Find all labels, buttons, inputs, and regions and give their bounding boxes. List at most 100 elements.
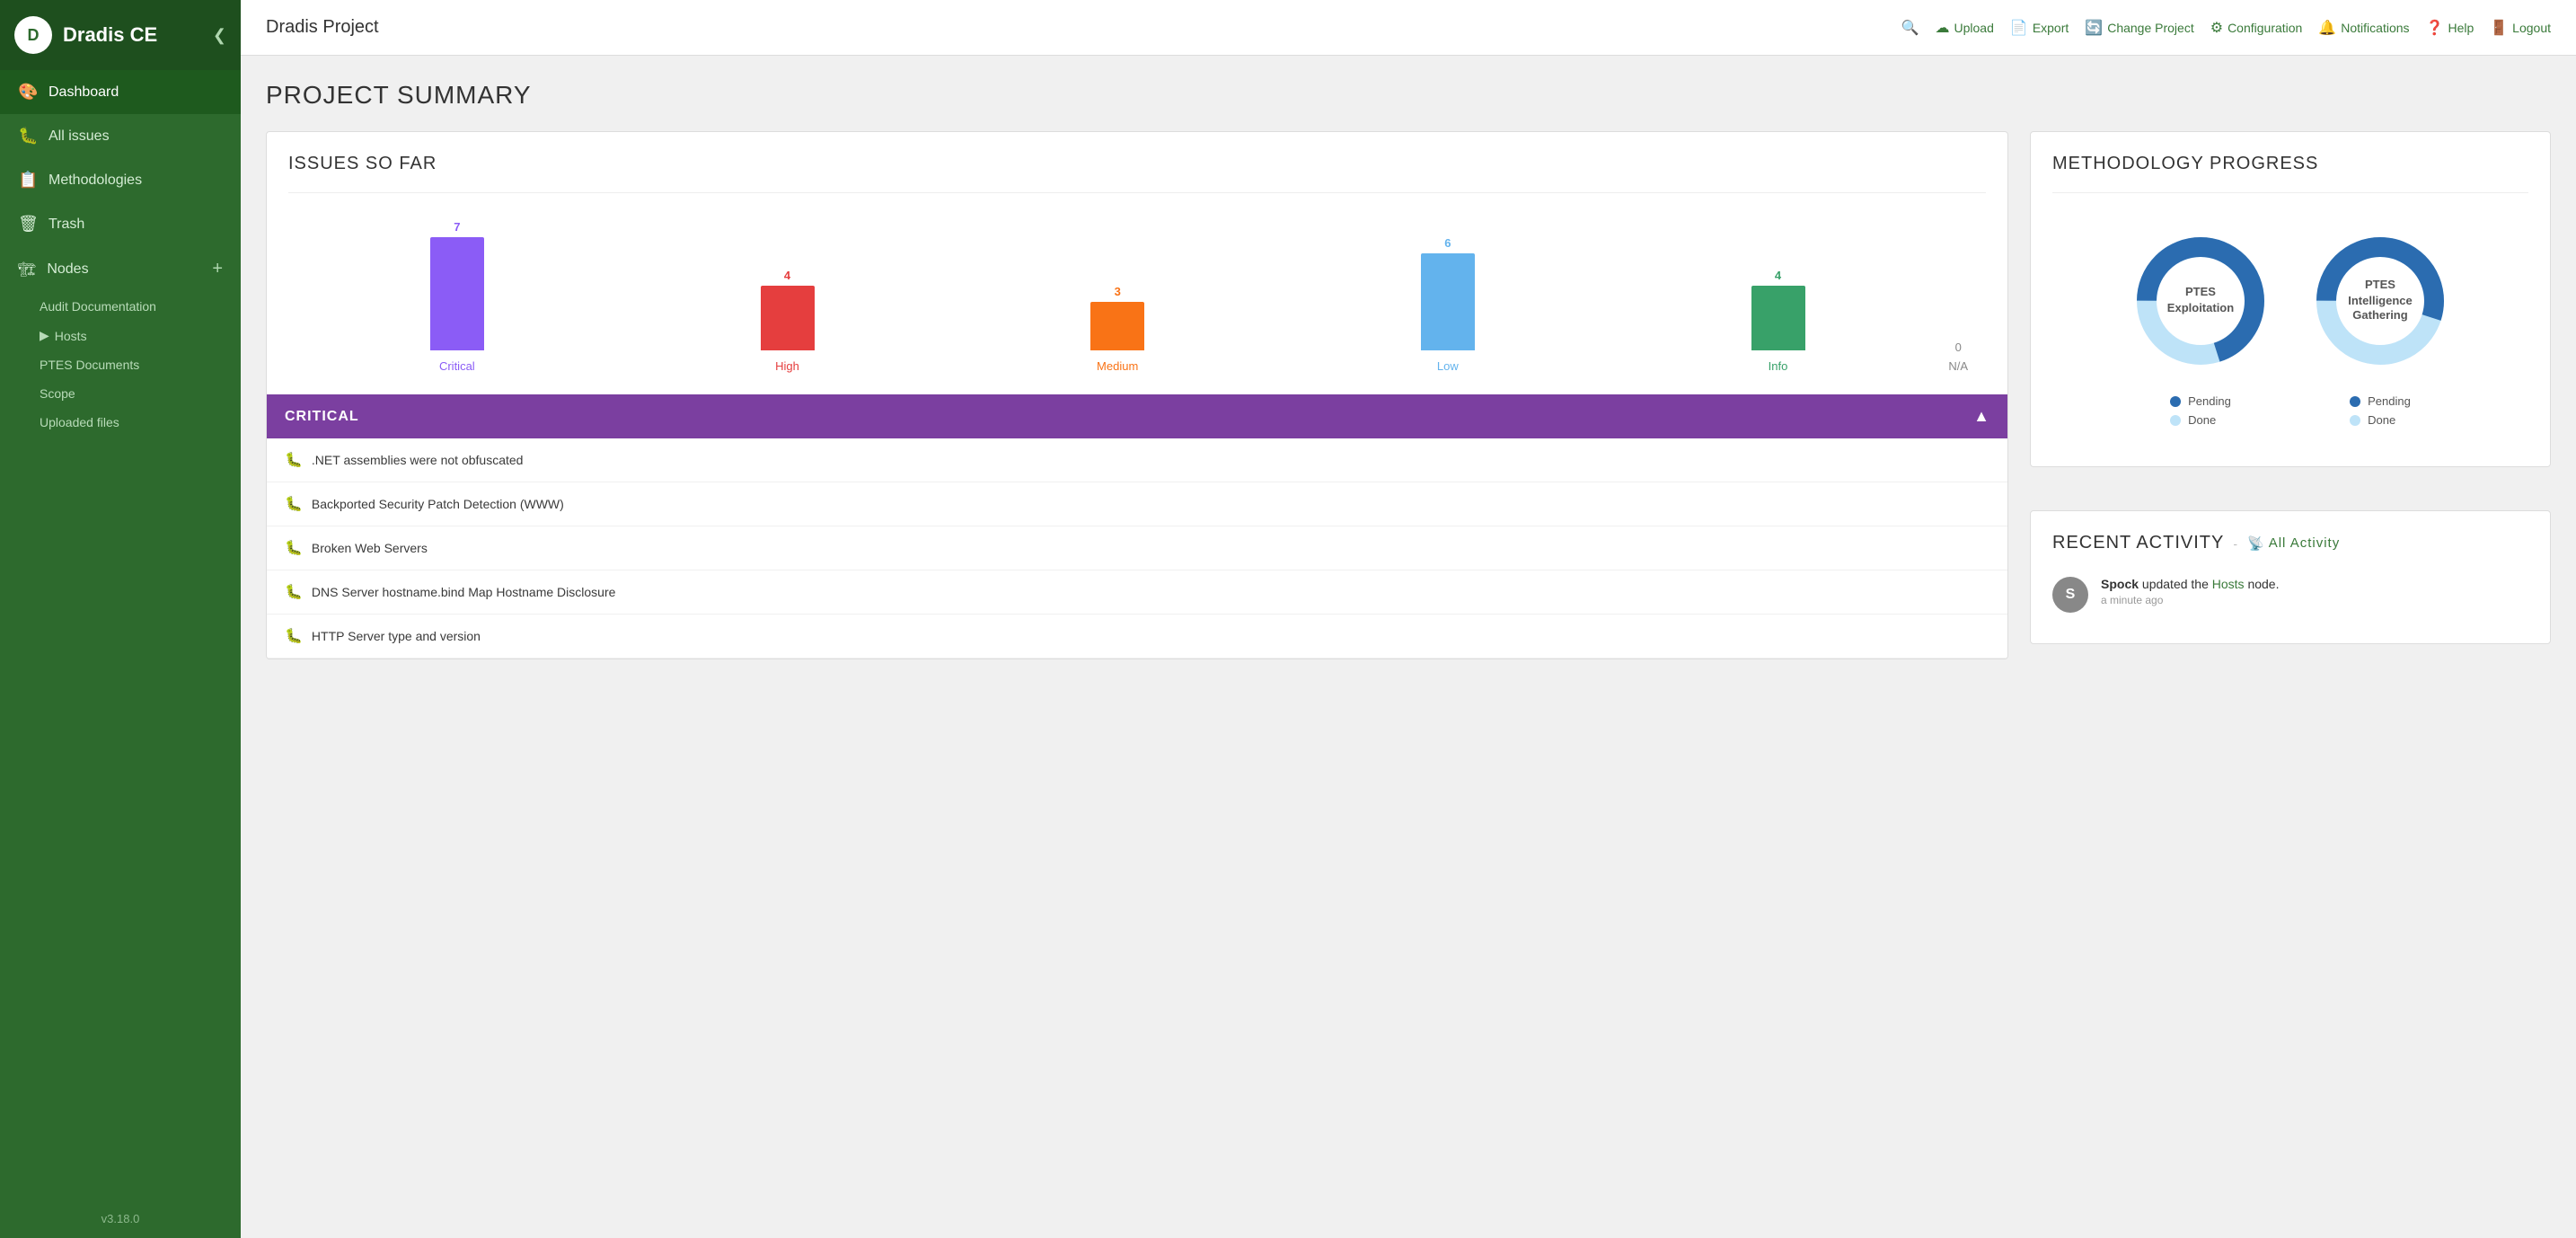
nodes-icon: 🏗 [18, 261, 36, 279]
hosts-arrow-icon: ▶ [40, 328, 49, 343]
issue-text-4: DNS Server hostname.bind Map Hostname Di… [312, 585, 615, 599]
activity-target-1: Hosts [2212, 577, 2245, 591]
bar-critical[interactable] [430, 237, 484, 350]
donut-chart-intelligence: PTES Intelligence Gathering [2308, 229, 2452, 373]
legend-exploitation: Pending Done [2170, 394, 2231, 427]
donut-ptes-intelligence: PTES Intelligence Gathering Pending [2308, 229, 2452, 427]
bar-label-high: High [775, 359, 799, 373]
search-button[interactable]: 🔍 [1901, 19, 1919, 37]
done-dot-intel [2350, 415, 2360, 426]
rss-icon: 📡 [2247, 535, 2265, 552]
issue-item-5[interactable]: 🐛 HTTP Server type and version [267, 615, 2007, 659]
sidebar-item-label: Dashboard [49, 84, 119, 101]
activity-item-1: S Spock updated the Hosts node. a minute [2052, 568, 2528, 622]
sidebar-item-methodologies[interactable]: 📋 Methodologies [0, 158, 241, 202]
bug-icon-1: 🐛 [285, 451, 303, 469]
issue-text-1: .NET assemblies were not obfuscated [312, 453, 524, 467]
sidebar-item-dashboard[interactable]: 🎨 Dashboard [0, 70, 241, 114]
topbar: Dradis Project 🔍 ☁ Upload 📄 Export 🔄 Cha… [241, 0, 2576, 56]
sidebar-item-audit-documentation[interactable]: Audit Documentation [0, 292, 241, 321]
all-issues-icon: 🐛 [18, 127, 38, 146]
donut-label-line2-intel: Intelligence [2348, 294, 2413, 307]
sidebar: D Dradis CE ❮ 🎨 Dashboard 🐛 All issues 📋… [0, 0, 241, 1238]
activity-target-link-1[interactable]: Hosts [2212, 577, 2248, 591]
done-dot [2170, 415, 2181, 426]
issue-text-5: HTTP Server type and version [312, 629, 481, 643]
logo-text: D [28, 26, 40, 45]
issue-text-2: Backported Security Patch Detection (WWW… [312, 497, 564, 511]
activity-user-1: Spock [2101, 577, 2139, 591]
bar-value-critical: 7 [454, 220, 460, 234]
sidebar-item-ptes-documents[interactable]: PTES Documents [0, 350, 241, 379]
logout-button[interactable]: 🚪 Logout [2490, 19, 2551, 37]
activity-content-1: Spock updated the Hosts node. a minute a… [2101, 577, 2280, 606]
sidebar-section-nodes[interactable]: 🏗 Nodes + [0, 246, 241, 292]
methodologies-icon: 📋 [18, 171, 38, 190]
donut-row: PTES Exploitation Pending [2052, 211, 2528, 445]
nodes-label: Nodes [47, 261, 88, 278]
change-project-button[interactable]: 🔄 Change Project [2085, 19, 2193, 37]
issue-item-3[interactable]: 🐛 Broken Web Servers [267, 526, 2007, 570]
bar-group-medium[interactable]: 3 Medium [957, 285, 1277, 373]
activity-avatar-1: S [2052, 577, 2088, 613]
critical-section-header[interactable]: CRITICAL ▲ [267, 394, 2007, 438]
dashboard-icon: 🎨 [18, 83, 38, 102]
legend-pending-intelligence: Pending [2350, 394, 2411, 408]
methodology-card-inner: METHODOLOGY PROGRESS PTES [2031, 132, 2550, 466]
sidebar-item-scope[interactable]: Scope [0, 379, 241, 408]
bar-label-na: N/A [1948, 359, 1968, 373]
sidebar-collapse-button[interactable]: ❮ [213, 26, 226, 45]
bar-info[interactable] [1751, 286, 1805, 350]
all-activity-link[interactable]: 📡 All Activity [2247, 535, 2340, 552]
sidebar-item-hosts[interactable]: ▶ Hosts [0, 321, 241, 350]
donut-label-line1-exploitation: PTES [2185, 285, 2216, 298]
sidebar-item-trash[interactable]: 🗑 Trash [0, 202, 241, 246]
export-button[interactable]: 📄 Export [2010, 19, 2069, 37]
help-button[interactable]: ❓ Help [2426, 19, 2475, 37]
issue-item-4[interactable]: 🐛 DNS Server hostname.bind Map Hostname … [267, 570, 2007, 615]
donut-label-line2-exploitation: Exploitation [2167, 301, 2234, 314]
bar-medium[interactable] [1090, 302, 1144, 350]
content-area: PROJECT SUMMARY ISSUES SO FAR 7 Critical [241, 56, 2576, 1238]
issues-heading: ISSUES SO FAR [288, 154, 1986, 174]
critical-issues-list: 🐛 .NET assemblies were not obfuscated 🐛 … [267, 438, 2007, 659]
sidebar-item-label: All issues [49, 128, 110, 145]
topbar-title: Dradis Project [266, 17, 379, 38]
configuration-button[interactable]: ⚙ Configuration [2210, 19, 2303, 37]
legend-done-intelligence: Done [2350, 413, 2411, 427]
upload-button[interactable]: ☁ Upload [1936, 19, 1994, 37]
bar-high[interactable] [761, 286, 815, 350]
bug-icon-3: 🐛 [285, 539, 303, 557]
critical-toggle-icon[interactable]: ▲ [1973, 407, 1989, 426]
sidebar-item-uploaded-files[interactable]: Uploaded files [0, 408, 241, 437]
bar-group-high[interactable]: 4 High [628, 269, 948, 373]
bar-label-info: Info [1769, 359, 1788, 373]
nodes-add-button[interactable]: + [212, 259, 223, 279]
bar-chart: 7 Critical 4 High 3 [288, 211, 1986, 373]
bar-group-info[interactable]: 4 Info [1619, 269, 1938, 373]
sidebar-item-all-issues[interactable]: 🐛 All issues [0, 114, 241, 158]
sidebar-title: Dradis CE [63, 23, 202, 47]
sidebar-logo: D [14, 16, 52, 54]
bar-value-medium: 3 [1115, 285, 1121, 298]
bar-group-low[interactable]: 6 Low [1288, 236, 1608, 373]
search-icon: 🔍 [1901, 19, 1919, 37]
issue-item-2[interactable]: 🐛 Backported Security Patch Detection (W… [267, 482, 2007, 526]
pending-dot [2170, 396, 2181, 407]
bar-group-critical[interactable]: 7 Critical [297, 220, 617, 373]
bar-label-critical: Critical [439, 359, 475, 373]
sidebar-version: v3.18.0 [0, 1199, 241, 1238]
topbar-actions: 🔍 ☁ Upload 📄 Export 🔄 Change Project ⚙ C… [1901, 19, 2551, 37]
activity-divider: - [2233, 536, 2238, 551]
activity-time-1: a minute ago [2101, 594, 2280, 606]
donut-label-line3-intel: Gathering [2352, 308, 2407, 322]
bar-low[interactable] [1421, 253, 1475, 350]
upload-icon: ☁ [1936, 19, 1950, 37]
critical-title: CRITICAL [285, 409, 359, 425]
bar-label-low: Low [1437, 359, 1459, 373]
notifications-button[interactable]: 🔔 Notifications [2318, 19, 2409, 37]
trash-icon: 🗑 [18, 215, 38, 234]
right-column: METHODOLOGY PROGRESS PTES [2030, 131, 2551, 644]
issues-card-inner: ISSUES SO FAR 7 Critical 4 [267, 132, 2007, 394]
issue-item-1[interactable]: 🐛 .NET assemblies were not obfuscated [267, 438, 2007, 482]
